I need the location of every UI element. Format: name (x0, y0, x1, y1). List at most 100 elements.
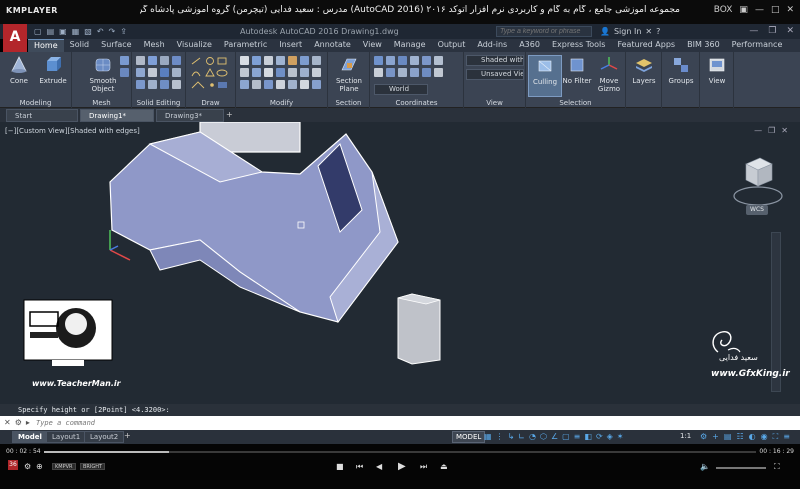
3d-array-icon[interactable] (288, 80, 297, 89)
no-filter-button[interactable]: No Filter (560, 55, 594, 85)
panel-label-selection[interactable]: Selection (526, 99, 625, 107)
ucs-world-icon[interactable] (410, 68, 419, 77)
maximize-icon[interactable]: □ (771, 5, 780, 15)
transparency-icon[interactable]: ◧ (584, 432, 592, 441)
object-snap-tracking-icon[interactable]: ∠ (551, 432, 558, 441)
align-icon[interactable] (300, 68, 309, 77)
acad-restore-icon[interactable]: ❐ (768, 26, 776, 36)
ribbon-tab-surface[interactable]: Surface (95, 39, 137, 52)
redo-icon[interactable]: ↷ (109, 27, 116, 36)
panel-label-view[interactable]: View (464, 99, 525, 107)
snap-icon[interactable]: ⋮ (496, 432, 504, 441)
intersect-icon[interactable] (160, 56, 169, 65)
ribbon-tab-visualize[interactable]: Visualize (171, 39, 218, 52)
chamfer-edge-icon[interactable] (148, 80, 157, 89)
ucs-object-icon[interactable] (386, 68, 395, 77)
ucs-y-icon[interactable] (422, 56, 431, 65)
acad-close-icon[interactable]: ✕ (786, 26, 794, 36)
interfere-icon[interactable] (136, 68, 145, 77)
customization-icon[interactable]: ≡ (783, 432, 790, 442)
trim-icon[interactable] (264, 56, 273, 65)
smooth-object-button[interactable]: Smooth Object (86, 55, 120, 93)
ribbon-tab-annotate[interactable]: Annotate (308, 39, 357, 52)
lengthen-icon[interactable] (312, 80, 321, 89)
add-layout-icon[interactable]: + (124, 431, 131, 440)
wcs-menu[interactable]: WCS (746, 205, 768, 215)
panel-label-draw[interactable]: Draw (186, 99, 235, 107)
move-icon[interactable] (240, 56, 249, 65)
viewport-controls-label[interactable]: [−][Custom View][Shaded with edges] (5, 127, 140, 135)
break-icon[interactable] (300, 80, 309, 89)
panel-label-section[interactable]: Section (328, 99, 369, 107)
ribbon-tab-parametric[interactable]: Parametric (218, 39, 273, 52)
ribbon-tab-manage[interactable]: Manage (388, 39, 432, 52)
ribbon-tab-view[interactable]: View (357, 39, 388, 52)
culling-button[interactable]: Culling (528, 55, 562, 97)
sign-in-label[interactable]: Sign In (614, 27, 641, 36)
workspace-gear-icon[interactable]: ⚙ (700, 432, 707, 442)
player-settings-icon[interactable]: ⚙ (24, 462, 31, 471)
scale-icon[interactable] (252, 68, 261, 77)
rewind-icon[interactable]: ◀ (376, 462, 382, 471)
ucs-face-icon[interactable] (398, 68, 407, 77)
panel-label-mesh[interactable]: Mesh (72, 99, 131, 107)
volume-slider[interactable] (716, 467, 766, 469)
sign-in-area[interactable]: 👤 Sign In ✕ ? (600, 27, 660, 36)
acad-minimize-icon[interactable]: — (749, 26, 758, 36)
separate-icon[interactable] (160, 80, 169, 89)
undo-icon[interactable]: ↶ (97, 27, 104, 36)
vp-minimize-icon[interactable]: — (754, 126, 762, 135)
section-plane-button[interactable]: Section Plane (332, 55, 366, 93)
search-input[interactable] (496, 26, 592, 37)
visual-style-dropdown[interactable]: Shaded with e... (466, 55, 524, 66)
play-icon[interactable]: ▶ (398, 461, 406, 472)
selection-cycling-icon[interactable]: ⟳ (596, 432, 603, 441)
explode-icon[interactable] (276, 68, 285, 77)
new-file-icon[interactable]: ▢ (34, 27, 42, 36)
ucs-origin-icon[interactable] (398, 56, 407, 65)
ribbon-tab-performance[interactable]: Performance (726, 39, 789, 52)
saved-view-dropdown[interactable]: Unsaved View (466, 69, 524, 80)
drawing-viewport[interactable]: [−][Custom View][Shaded with edges] — ❐ … (0, 122, 800, 404)
share-icon[interactable]: ⇪ (120, 27, 127, 36)
panel-label-solid-editing[interactable]: Solid Editing (132, 99, 185, 107)
copy-icon[interactable] (276, 56, 285, 65)
ribbon-tab-express-tools[interactable]: Express Tools (546, 39, 612, 52)
pin-icon[interactable]: ▣ (739, 5, 748, 15)
ribbon-tab-solid[interactable]: Solid (64, 39, 96, 52)
acad-app-menu-button[interactable]: A (3, 24, 27, 52)
clean-screen-icon[interactable]: ⛶ (773, 432, 779, 442)
isolate-objects-icon[interactable]: ◐ (749, 432, 756, 442)
next-icon[interactable]: ⏭ (420, 462, 427, 472)
ribbon-tab-a360[interactable]: A360 (513, 39, 546, 52)
fullscreen-icon[interactable]: ⛶ (774, 462, 780, 472)
open-file-icon[interactable]: ▤ (47, 27, 55, 36)
file-tab-drawing3[interactable]: Drawing3* (156, 109, 224, 122)
ortho-icon[interactable]: ∟ (518, 432, 525, 441)
quick-properties-icon[interactable]: ☷ (736, 432, 743, 442)
subtract-icon[interactable] (148, 56, 157, 65)
slice-icon[interactable] (172, 56, 181, 65)
panel-label-coordinates[interactable]: Coordinates (370, 99, 463, 107)
vp-restore-icon[interactable]: ❐ (768, 126, 775, 135)
mesh-refine-icon[interactable] (120, 56, 129, 65)
grid-icon[interactable]: ▦ (484, 432, 492, 441)
print-icon[interactable]: ▧ (84, 27, 92, 36)
lineweight-icon[interactable]: ≡ (574, 432, 581, 441)
layout-tab-layout1[interactable]: Layout1 (46, 431, 87, 443)
ucs-world-dropdown[interactable]: World (374, 84, 428, 95)
rotate-icon[interactable] (252, 56, 261, 65)
annotation-scale[interactable]: 1:1 (680, 432, 691, 440)
file-tab-drawing1[interactable]: Drawing1* (80, 109, 154, 122)
exchange-icon[interactable]: ✕ (645, 27, 652, 36)
array-icon[interactable] (312, 56, 321, 65)
command-customize-icon[interactable]: ⚙ (15, 418, 22, 427)
extrude-button[interactable]: Extrude (36, 55, 70, 85)
new-tab-icon[interactable]: + (226, 110, 233, 119)
file-tab-start[interactable]: Start (6, 109, 78, 122)
erase-icon[interactable] (264, 68, 273, 77)
eject-icon[interactable]: ⏏ (440, 462, 448, 471)
3d-move-icon[interactable] (240, 80, 249, 89)
seek-bar[interactable] (44, 451, 756, 453)
units-icon[interactable]: ▤ (724, 432, 732, 442)
